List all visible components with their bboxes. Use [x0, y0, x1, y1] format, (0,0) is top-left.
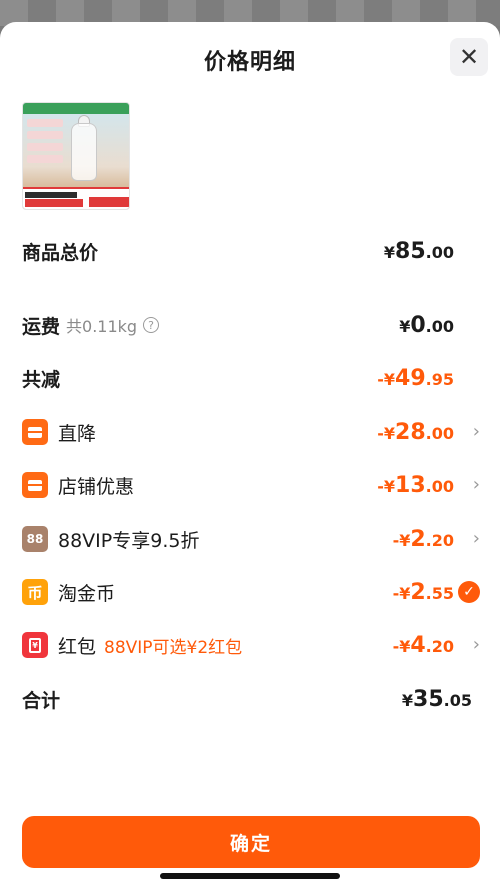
amount-currency: -¥ — [377, 423, 396, 443]
row-label: 运费 — [22, 315, 61, 338]
chevron-right-icon: › — [472, 634, 480, 655]
amount-currency: -¥ — [392, 583, 411, 603]
amount-integer: 49 — [395, 365, 426, 391]
amount-decimal: .20 — [425, 636, 454, 656]
thumbnail-strip-price — [25, 199, 83, 207]
shipping-weight: 共0.11kg — [66, 317, 138, 336]
vip-88-icon: 88 — [22, 526, 48, 552]
row-label: 淘金币 — [58, 582, 116, 605]
price-detail-sheet: 价格明细 ✕ 商品总价 ¥85.00 运费 共0.11kg ? ¥0.00 共减… — [0, 22, 500, 890]
amount-integer: 4 — [410, 632, 426, 658]
row-label: 合计 — [22, 689, 61, 712]
row-label: 共减 — [22, 368, 61, 391]
row-amount: ¥35.05 — [402, 687, 472, 712]
amount-integer: 0 — [410, 312, 426, 338]
shop-icon-glyph — [28, 479, 42, 491]
bottle-shape — [71, 123, 97, 181]
row-amount: ¥85.00 — [384, 239, 454, 264]
thumbnail-tag — [27, 119, 63, 127]
row-trail: › — [454, 636, 480, 654]
amount-currency: ¥ — [401, 690, 414, 710]
row-shop-discount[interactable]: 店铺优惠 -¥ 13.00 › — [22, 470, 480, 500]
amount-integer: 2 — [410, 579, 426, 605]
row-red-packet[interactable]: 红包 88VIP可选¥2红包 -¥4.20 › — [22, 630, 480, 660]
row-amount: -¥ 2.55 — [393, 580, 454, 605]
amount-currency: -¥ — [392, 530, 411, 550]
row-amount: -¥ 28.00 — [377, 420, 454, 445]
amount-decimal: .20 — [425, 530, 454, 550]
amount-integer: 85 — [395, 238, 426, 264]
row-label: 商品总价 — [22, 241, 99, 264]
row-amount: -¥ 49.95 — [377, 366, 454, 391]
chevron-right-icon: › — [472, 474, 480, 495]
amount-decimal: .55 — [425, 583, 454, 603]
amount-currency: -¥ — [392, 636, 411, 656]
thumbnail-tag — [27, 131, 63, 139]
close-button[interactable]: ✕ — [450, 38, 488, 76]
red-packet-icon — [22, 632, 48, 658]
chevron-right-icon: › — [472, 528, 480, 549]
red-packet-glyph — [29, 637, 41, 653]
amount-decimal: .00 — [425, 242, 454, 262]
thumbnail-strip-badge — [89, 197, 129, 207]
amount-integer: 2 — [410, 526, 426, 552]
shop-icon-glyph — [28, 426, 42, 438]
row-shipping: 运费 共0.11kg ? ¥0.00 — [22, 310, 480, 340]
amount-currency: -¥ — [377, 476, 396, 496]
thumbnail-strip-text — [25, 192, 77, 198]
shop-icon — [22, 472, 48, 498]
red-packet-promo: 88VIP可选¥2红包 — [104, 637, 243, 658]
confirm-button[interactable]: 确定 — [22, 816, 480, 868]
row-label: 店铺优惠 — [58, 475, 135, 498]
thumbnail-tag — [27, 155, 63, 163]
amount-decimal: .95 — [425, 369, 454, 389]
amount-decimal: .00 — [425, 476, 454, 496]
chevron-right-icon: › — [472, 421, 480, 442]
row-88vip-discount[interactable]: 88 88VIP专享9.5折 -¥ 2.20 › — [22, 524, 480, 554]
row-direct-discount[interactable]: 直降 -¥ 28.00 › — [22, 417, 480, 447]
row-total-discount: 共减 -¥ 49.95 — [22, 363, 480, 393]
row-amount: ¥0.00 — [399, 313, 454, 338]
question-icon[interactable]: ? — [143, 317, 160, 333]
row-label: 红包 — [58, 635, 97, 658]
row-label: 88VIP专享9.5折 — [58, 529, 200, 552]
row-total-goods-price: 商品总价 ¥85.00 — [22, 236, 480, 266]
amount-currency: ¥ — [383, 242, 396, 262]
amount-integer: 13 — [395, 472, 426, 498]
row-trail: ✓ — [454, 581, 480, 603]
row-grand-total: 合计 ¥35.05 — [22, 684, 480, 714]
close-icon: ✕ — [458, 43, 480, 71]
check-icon[interactable]: ✓ — [458, 581, 480, 603]
home-indicator — [160, 873, 340, 879]
amount-decimal: .05 — [443, 690, 472, 710]
shop-icon — [22, 419, 48, 445]
amount-decimal: .00 — [425, 423, 454, 443]
row-amount: -¥ 4.20 — [393, 633, 454, 658]
amount-currency: ¥ — [399, 316, 411, 336]
thumbnail-strip — [23, 187, 129, 209]
row-trail: › — [454, 476, 480, 494]
thumbnail-banner — [23, 103, 129, 114]
product-thumbnail — [22, 102, 130, 210]
amount-currency: -¥ — [377, 369, 396, 389]
row-label: 直降 — [58, 422, 97, 445]
thumbnail-tag — [27, 143, 63, 151]
amount-decimal: .00 — [425, 316, 454, 336]
row-trail: › — [454, 530, 480, 548]
row-amount: -¥ 13.00 — [377, 473, 454, 498]
coin-icon: 币 — [22, 579, 48, 605]
amount-integer: 28 — [395, 419, 426, 445]
row-amount: -¥ 2.20 — [393, 527, 454, 552]
row-trail: › — [454, 423, 480, 441]
amount-integer: 35 — [413, 686, 444, 712]
row-taojinbi[interactable]: 币 淘金币 -¥ 2.55 ✓ — [22, 577, 480, 607]
page-title: 价格明细 — [203, 50, 296, 75]
